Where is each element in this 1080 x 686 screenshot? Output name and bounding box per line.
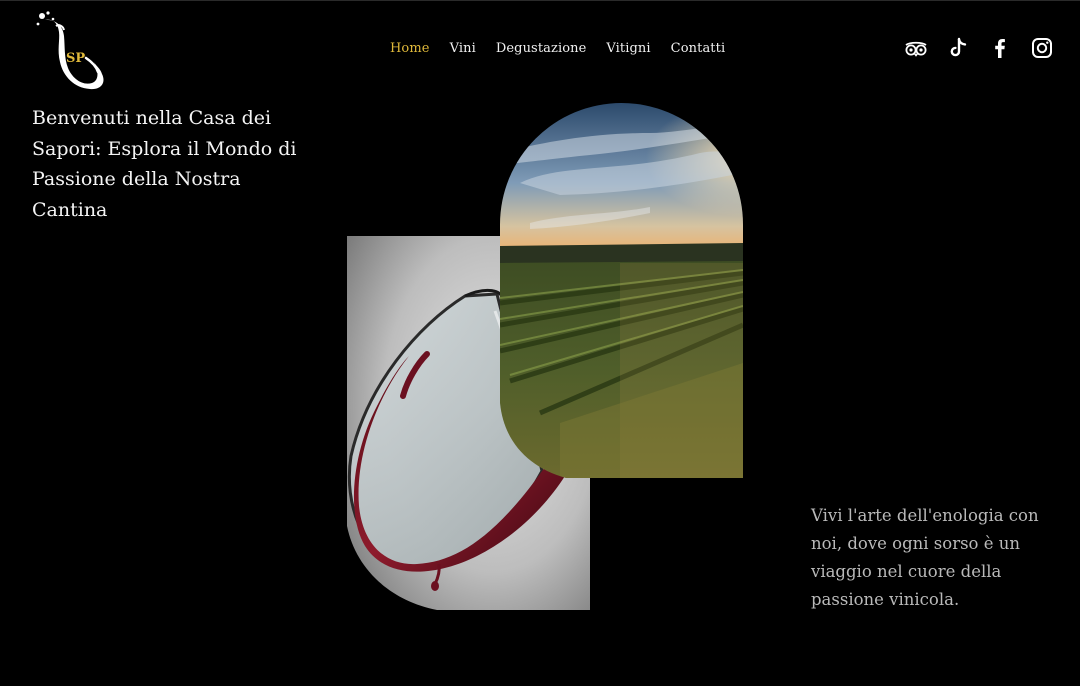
tiktok-link[interactable] [946, 36, 970, 60]
main-nav: Home Vini Degustazione Vitigni Contatti [380, 41, 735, 61]
facebook-icon [995, 39, 1005, 58]
tiktok-icon [950, 37, 967, 57]
nav-item-degustazione[interactable]: Degustazione [486, 41, 597, 61]
nav-item-home[interactable]: Home [380, 41, 440, 61]
facebook-link[interactable] [988, 36, 1012, 60]
nav-item-contatti[interactable]: Contatti [661, 41, 736, 61]
top-border [0, 0, 1080, 1]
social-links [904, 36, 1054, 60]
tripadvisor-icon [905, 41, 927, 57]
instagram-icon [1032, 38, 1052, 58]
logo-splash-icon: SP [36, 11, 104, 90]
tripadvisor-link[interactable] [904, 36, 928, 60]
hero-tagline: Vivi l'arte dell'enologia con noi, dove … [811, 506, 1039, 609]
vineyard-sunset-image [500, 103, 743, 478]
nav-item-vitigni[interactable]: Vitigni [596, 41, 660, 61]
brand-logo[interactable]: SP [34, 10, 108, 92]
nav-item-vini[interactable]: Vini [440, 41, 486, 61]
hero-headline: Benvenuti nella Casa dei Sapori: Esplora… [32, 107, 297, 221]
logo-monogram: SP [66, 51, 85, 66]
instagram-link[interactable] [1030, 36, 1054, 60]
